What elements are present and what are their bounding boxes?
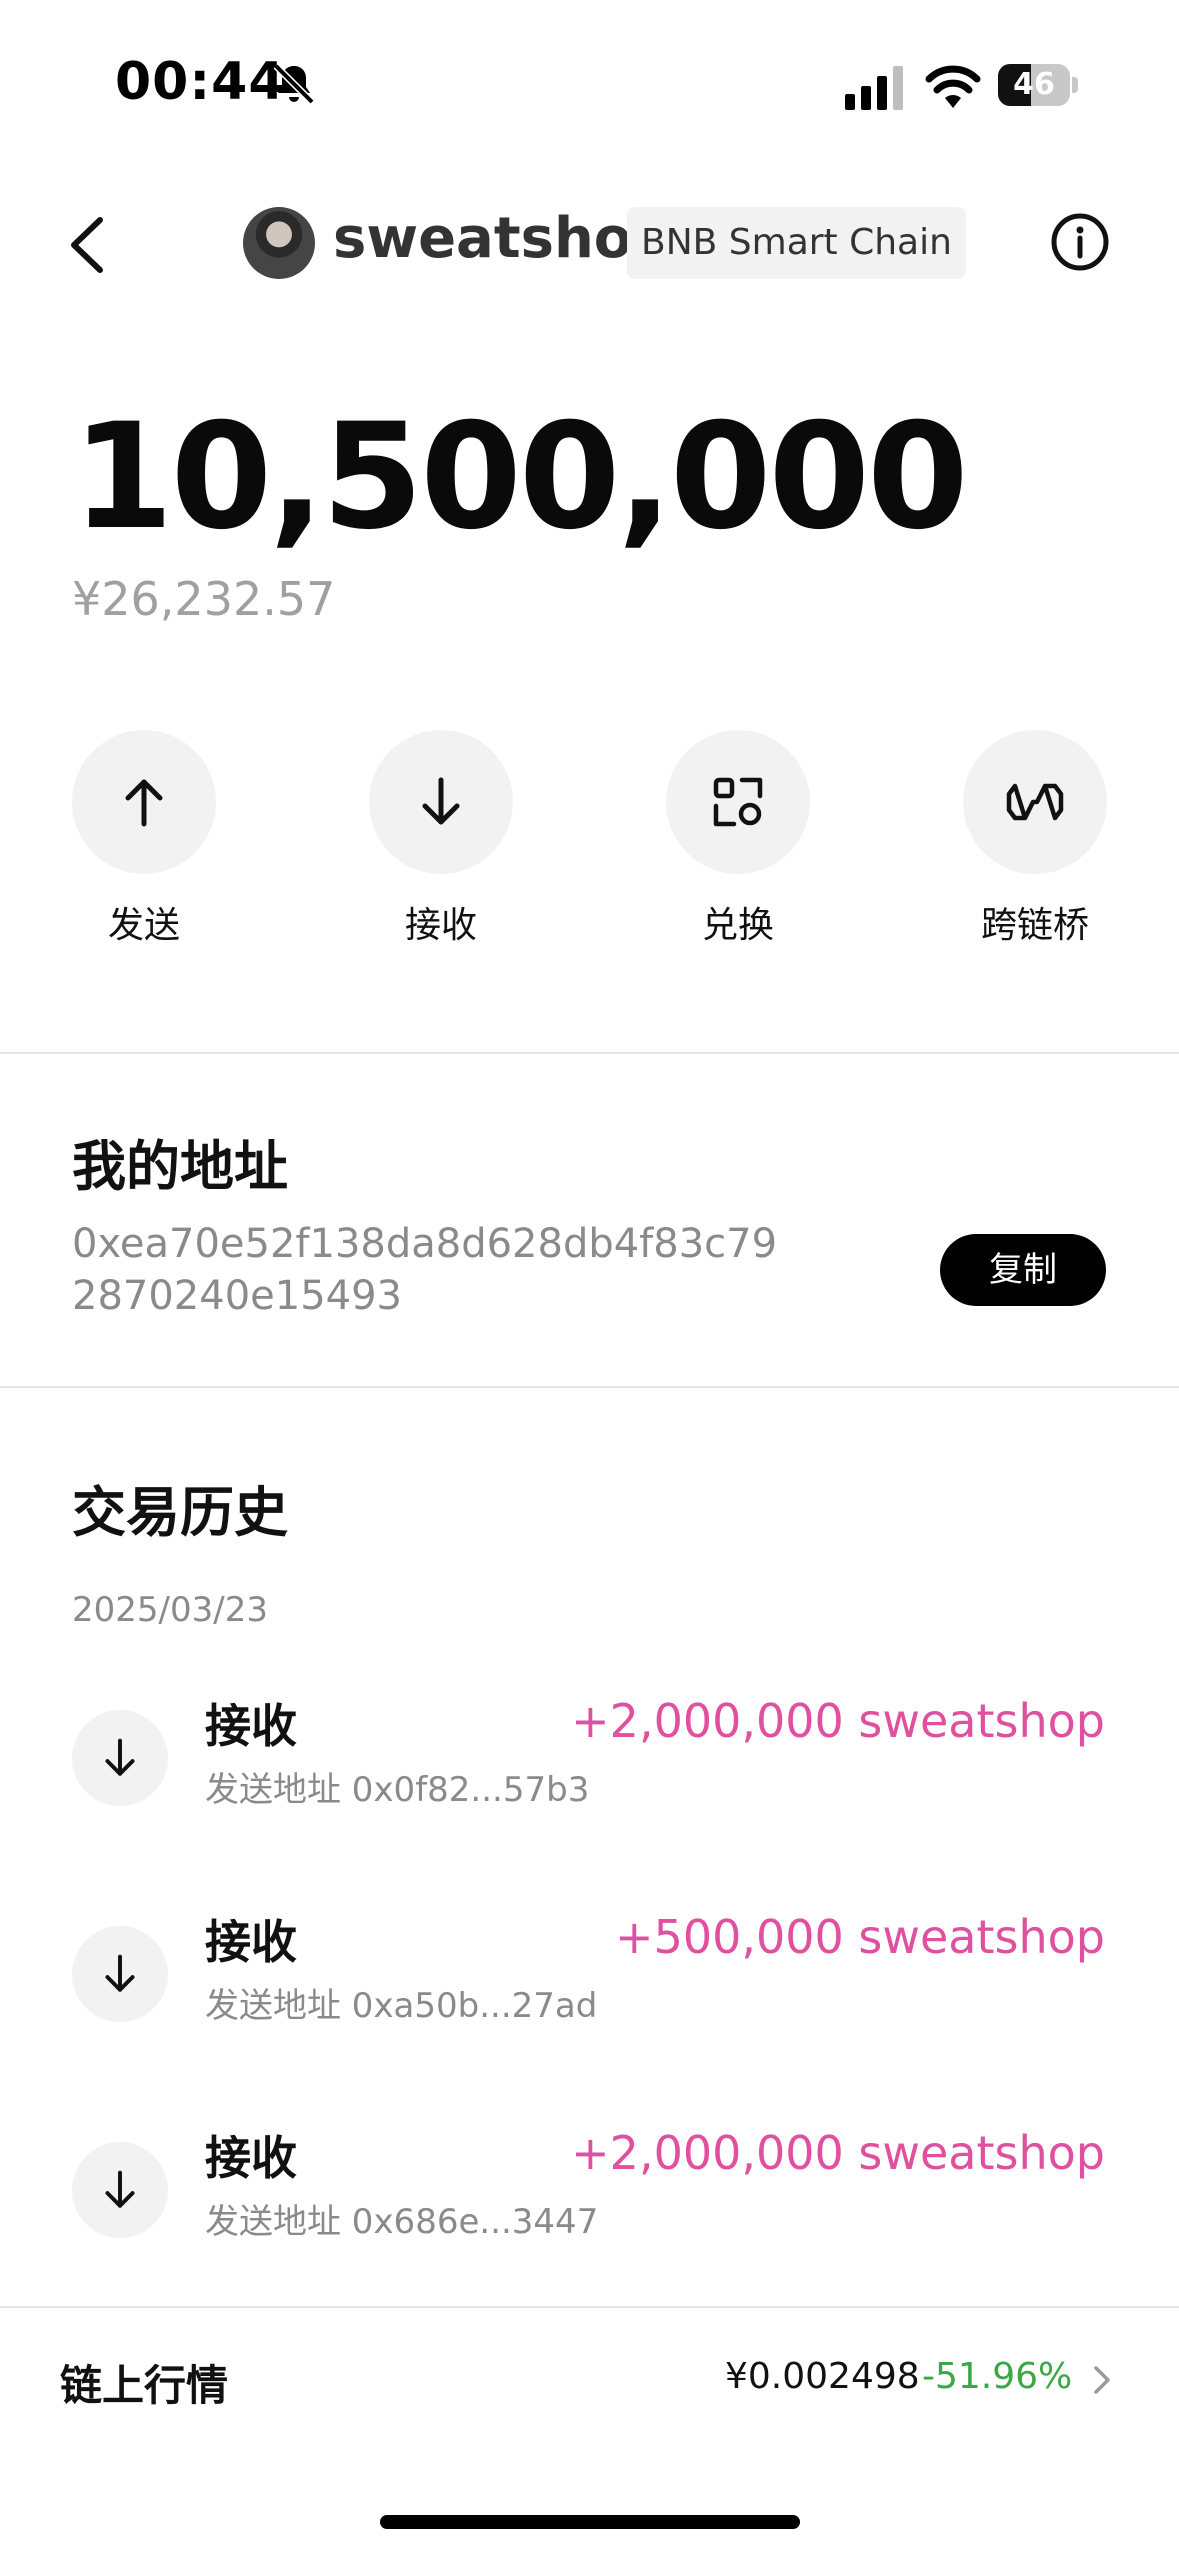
token-balance: 10,500,000 [72,392,969,562]
swap-icon [713,777,763,827]
transaction-row[interactable]: 接收 发送地址 0xa50b...27ad +500,000 sweatshop [0,1906,1179,2076]
transaction-from: 发送地址 0xa50b...27ad [205,1986,598,2026]
divider [0,1052,1179,1054]
arrow-up-icon [125,779,163,827]
avatar [243,207,315,279]
transaction-amount: +500,000 sweatshop [615,1910,1105,1964]
market-label[interactable]: 链上行情 [60,2352,228,2413]
battery-icon: 46 [998,64,1078,106]
chevron-right-icon[interactable] [1090,2362,1114,2398]
copy-button[interactable]: 复制 [940,1234,1106,1306]
arrow-down-icon [422,777,460,825]
bridge-icon [1006,783,1064,821]
transaction-type: 接收 [205,1915,297,1969]
address-section-title: 我的地址 [72,1135,288,1198]
arrow-down-icon [72,1710,168,1806]
receive-button[interactable]: 接收 [361,730,521,948]
wifi-icon [925,65,981,108]
divider [0,1386,1179,1388]
history-date: 2025/03/23 [72,1590,268,1630]
status-time: 00:44 [115,52,286,112]
market-price: ¥0.002498 [725,2356,920,2397]
token-name: sweatshop [333,206,673,271]
arrow-down-icon [72,1926,168,2022]
chain-badge[interactable]: BNB Smart Chain [627,207,966,279]
home-indicator[interactable] [380,2515,800,2529]
market-change: -51.96% [922,2356,1073,2397]
transaction-amount: +2,000,000 sweatshop [571,1694,1105,1748]
transaction-type: 接收 [205,1699,297,1753]
arrow-down-icon [72,2142,168,2238]
info-icon[interactable] [1050,212,1110,272]
bridge-label: 跨链桥 [980,905,1089,946]
send-label: 发送 [107,905,180,946]
transaction-amount: +2,000,000 sweatshop [571,2126,1105,2180]
transaction-from: 发送地址 0x0f82...57b3 [205,1770,590,1810]
swap-label: 兑换 [701,905,774,946]
transaction-row[interactable]: 接收 发送地址 0x0f82...57b3 +2,000,000 sweatsh… [0,1690,1179,1860]
bell-slash-icon [273,63,315,105]
signal-icon [845,66,903,110]
fiat-value: ¥26,232.57 [72,572,336,626]
history-section-title: 交易历史 [72,1481,288,1544]
send-button[interactable]: 发送 [64,730,224,948]
battery-level: 46 [1013,67,1055,102]
wallet-address: 0xea70e52f138da8d628db4f83c792870240e154… [72,1221,778,1319]
bridge-button[interactable]: 跨链桥 [955,730,1115,948]
swap-button[interactable]: 兑换 [658,730,818,948]
divider [0,2306,1179,2308]
transaction-row[interactable]: 接收 发送地址 0x686e...3447 +2,000,000 sweatsh… [0,2122,1179,2292]
receive-label: 接收 [404,905,477,946]
transaction-type: 接收 [205,2131,297,2185]
transaction-from: 发送地址 0x686e...3447 [205,2202,599,2242]
chevron-left-icon[interactable] [60,210,116,280]
